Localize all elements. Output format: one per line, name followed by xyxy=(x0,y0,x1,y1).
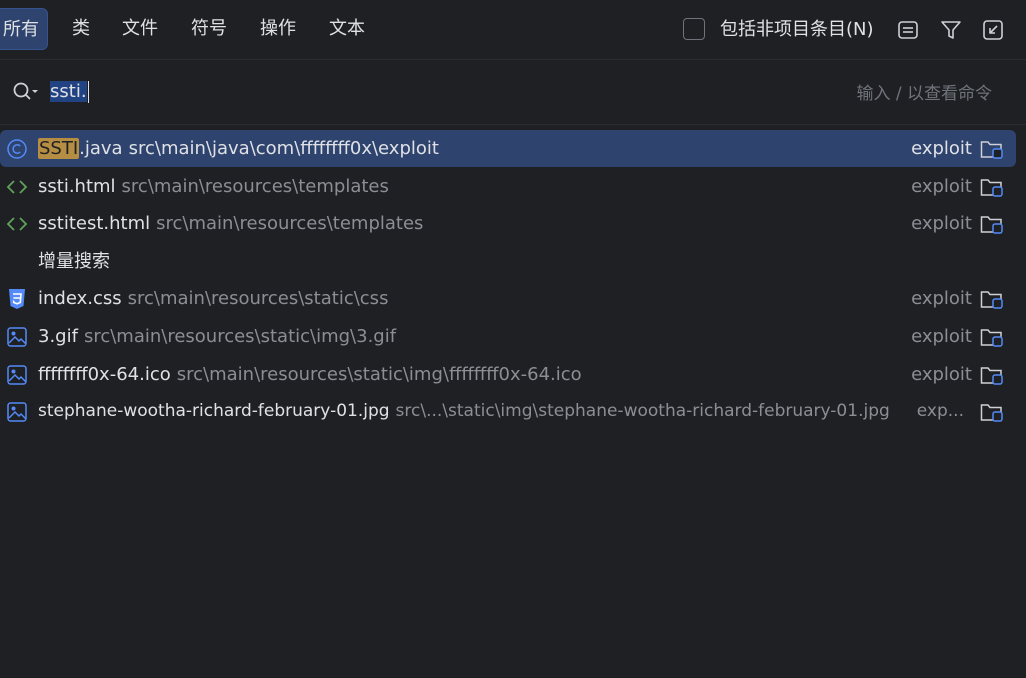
result-name: 3.gif src\main\resources\static\img\3.gif xyxy=(38,318,396,355)
module-folder-icon xyxy=(980,367,1003,385)
result-row[interactable]: ssti.html src\main\resources\templates ex… xyxy=(0,168,1016,205)
tab-files[interactable]: 文件 xyxy=(120,8,160,50)
tab-all[interactable]: 所有 xyxy=(0,8,48,50)
result-path: src\main\resources\templates xyxy=(156,213,424,234)
search-history-icon[interactable] xyxy=(12,80,40,104)
search-row: ssti. 输入 / 以查看命令 xyxy=(0,60,1026,125)
result-module: exploit xyxy=(911,288,972,309)
tab-symbols[interactable]: 符号 xyxy=(189,8,229,50)
result-name-text: ffffffff0x-64.ico xyxy=(38,364,171,385)
html-icon xyxy=(6,217,28,231)
result-row[interactable]: ffffffff0x-64.ico src\main\resources\stat… xyxy=(0,356,1016,393)
result-name: index.css src\main\resources\static\css xyxy=(38,280,388,317)
result-name: ssti.html src\main\resources\templates xyxy=(38,168,389,205)
include-non-project-label[interactable]: 包括非项目条目(N) xyxy=(720,16,874,44)
incremental-search-label: 增量搜索 xyxy=(38,251,110,272)
module-folder-icon xyxy=(980,216,1003,234)
result-row[interactable]: index.css src\main\resources\static\css e… xyxy=(0,280,1016,317)
css-icon xyxy=(9,289,25,309)
image-icon xyxy=(7,327,27,347)
result-module: exploit xyxy=(911,138,972,159)
module-folder-icon xyxy=(980,141,1003,159)
result-name-rest: .java xyxy=(79,138,123,159)
result-row[interactable]: SSTI.java src\main\java\com\ffffffff0x\ex… xyxy=(0,130,1016,167)
module-folder-icon xyxy=(980,179,1003,197)
result-module: exploit xyxy=(911,364,972,385)
result-row[interactable]: 3.gif src\main\resources\static\img\3.gif… xyxy=(0,318,1016,355)
result-path: src\main\java\com\ffffffff0x\exploit xyxy=(128,138,439,159)
result-name: sstitest.html src\main\resources\template… xyxy=(38,205,423,242)
search-hint: 输入 / 以查看命令 xyxy=(856,84,992,104)
result-path: src\main\resources\static\css xyxy=(127,288,389,309)
result-name: ffffffff0x-64.ico src\main\resources\stat… xyxy=(38,356,582,393)
tab-text[interactable]: 文本 xyxy=(327,8,367,50)
result-name-text: stephane-wootha-richard-february-01.jpg xyxy=(38,401,390,421)
search-input[interactable]: ssti. xyxy=(50,78,89,106)
image-icon xyxy=(7,365,27,385)
tab-classes[interactable]: 类 xyxy=(70,8,92,50)
search-everywhere-popup: 所有 类 文件 符号 操作 文本 包括非项目条目(N) ssti. 输入 / 以… xyxy=(0,0,1026,678)
result-module: exploit xyxy=(911,326,972,347)
match-highlight: SSTI xyxy=(38,138,80,159)
result-name: stephane-wootha-richard-february-01.jpg s… xyxy=(38,393,890,430)
result-path: src\main\resources\static\img\ffffffff0x… xyxy=(176,364,582,385)
preview-icon[interactable] xyxy=(897,19,919,41)
result-name-text: 3.gif xyxy=(38,326,78,347)
result-module: exploit xyxy=(911,213,972,234)
tab-bar: 所有 类 文件 符号 操作 文本 包括非项目条目(N) xyxy=(0,0,1026,60)
image-icon xyxy=(7,402,27,422)
result-path: src\main\resources\static\img\3.gif xyxy=(83,326,397,347)
class-icon xyxy=(7,139,27,159)
text-caret xyxy=(87,81,89,103)
search-query: ssti. xyxy=(50,81,87,102)
html-icon xyxy=(6,180,28,194)
result-name-rest: ssti.html xyxy=(38,176,116,197)
result-module: exp... xyxy=(916,401,964,421)
result-row[interactable]: sstitest.html src\main\resources\template… xyxy=(0,205,1016,242)
open-in-window-icon[interactable] xyxy=(982,19,1004,41)
result-path: src\...\static\img\stephane-wootha-richa… xyxy=(395,401,890,421)
result-path: src\main\resources\templates xyxy=(121,176,389,197)
tab-actions[interactable]: 操作 xyxy=(258,8,298,50)
module-folder-icon xyxy=(980,404,1003,422)
module-folder-icon xyxy=(980,291,1003,309)
result-name-text: index.css xyxy=(38,288,122,309)
result-name: SSTI.java src\main\java\com\ffffffff0x\ex… xyxy=(38,130,439,167)
filter-icon[interactable] xyxy=(940,19,962,41)
result-row[interactable]: stephane-wootha-richard-february-01.jpg s… xyxy=(0,393,1016,430)
result-name-rest: sstitest.html xyxy=(38,213,151,234)
module-folder-icon xyxy=(980,329,1003,347)
include-non-project-checkbox[interactable] xyxy=(683,18,705,40)
result-module: exploit xyxy=(911,176,972,197)
